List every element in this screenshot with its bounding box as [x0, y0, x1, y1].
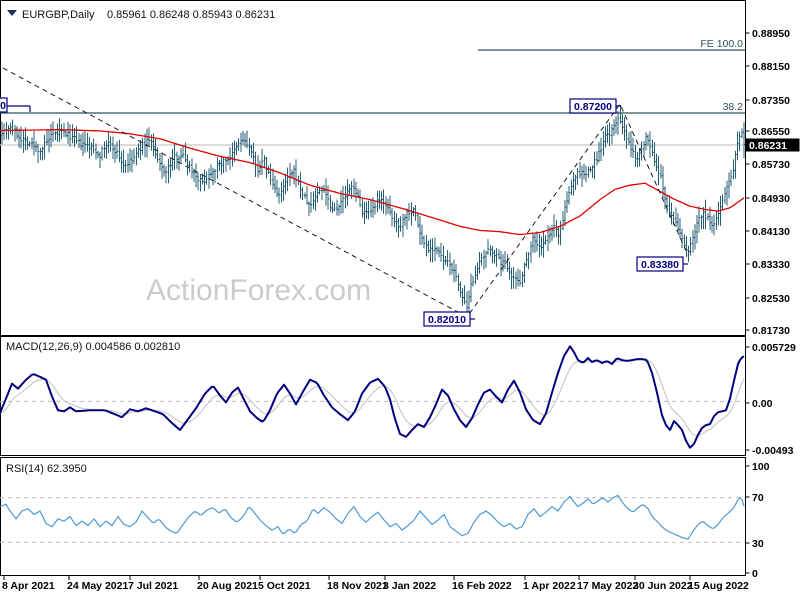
- price-axis-label: 0.88950: [752, 28, 790, 40]
- price-axis-label: 0.82530: [752, 293, 790, 305]
- window-title-symbol: EURGBP,Daily: [22, 9, 95, 21]
- price-axis-label: 0.86550: [752, 126, 790, 138]
- rsi-panel-title: RSI(14) 62.3950: [6, 463, 87, 475]
- date-axis-label: 5 Oct 2021: [258, 580, 311, 592]
- price-axis-label: 0.84130: [752, 226, 790, 238]
- fib-38-2-label: 38.2: [723, 101, 744, 113]
- current-price-tag: 0.86231: [749, 140, 787, 152]
- watermark: ActionForex.com: [146, 274, 371, 307]
- date-axis-label: 16 Feb 2022: [452, 580, 512, 592]
- swing-price-label: 0.82010: [428, 314, 466, 326]
- price-axis-label: 0.88150: [752, 61, 790, 73]
- price-axis-label: 0.87350: [752, 95, 790, 107]
- date-axis-label: 1 Apr 2022: [523, 580, 576, 592]
- date-axis-label: 3 Jan 2022: [383, 580, 436, 592]
- macd-panel[interactable]: [0, 336, 746, 456]
- date-axis-label: 18 Nov 2021: [327, 580, 388, 592]
- price-axis-label: 0.81730: [752, 325, 790, 337]
- date-axis-label: 20 Aug 2021: [197, 580, 258, 592]
- date-axis-label: 15 Aug 2022: [688, 580, 749, 592]
- window-title-ohlc: 0.85961 0.86248 0.85943 0.86231: [107, 9, 275, 21]
- swing-price-label: 0.83380: [641, 259, 679, 271]
- macd-panel-title: MACD(12,26,9) 0.004586 0.002810: [6, 341, 180, 353]
- main-price-panel[interactable]: [0, 0, 746, 336]
- price-axis-label: 0.85730: [752, 159, 790, 171]
- date-axis-label: 30 Jun 2022: [633, 580, 693, 592]
- price-axis[interactable]: 0.88950 0.88150 0.87350 0.86550 0.85730 0.849…: [745, 28, 800, 337]
- date-axis-label: 8 Apr 2021: [2, 580, 55, 592]
- date-axis[interactable]: 8 Apr 2021 24 May 2021 7 Jul 2021 20 Aug 20…: [2, 575, 749, 593]
- chart-canvas[interactable]: ActionForex.com 0.87200 0.83380 0.82010 0 0…: [0, 0, 800, 600]
- chart-window: ActionForex.com 0.87200 0.83380 0.82010 0 0…: [0, 0, 800, 600]
- rsi-axis-label: 0: [752, 568, 758, 580]
- price-axis-label: 0.84930: [752, 193, 790, 205]
- macd-axis-label: 0.00: [752, 398, 773, 410]
- macd-axis[interactable]: 0.005729 0.00 -0.00493: [745, 342, 796, 457]
- rsi-axis-label: 30: [752, 538, 764, 550]
- date-axis-label: 7 Jul 2021: [128, 580, 178, 592]
- date-axis-label: 24 May 2021: [67, 580, 128, 592]
- left-edge-price-label: 0: [0, 100, 6, 112]
- rsi-axis-label: 70: [752, 492, 764, 504]
- date-axis-label: 17 May 2022: [577, 580, 638, 592]
- rsi-axis-label: 100: [752, 461, 770, 473]
- macd-axis-label: 0.005729: [752, 342, 796, 354]
- fe-100-label: FE 100.0: [700, 38, 743, 50]
- swing-price-label: 0.87200: [574, 101, 612, 113]
- macd-axis-label: -0.00493: [752, 445, 794, 457]
- rsi-axis[interactable]: 100 70 30 0: [745, 461, 770, 580]
- price-axis-label: 0.83330: [752, 259, 790, 271]
